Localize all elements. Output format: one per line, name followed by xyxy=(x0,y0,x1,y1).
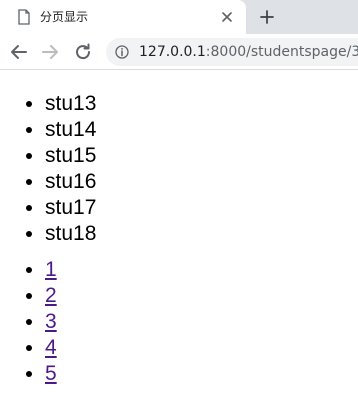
pagination-item: 2 xyxy=(45,283,358,309)
info-icon[interactable] xyxy=(115,45,129,59)
tab-strip: 分页显示 xyxy=(0,0,358,34)
back-arrow-icon[interactable] xyxy=(8,41,30,63)
page-link-5[interactable]: 5 xyxy=(45,362,57,385)
url-path: :8000/studentspage/3/ xyxy=(205,44,358,60)
list-item: stu17 xyxy=(45,195,358,221)
list-item: stu16 xyxy=(45,169,358,195)
forward-arrow-icon[interactable] xyxy=(39,41,61,63)
list-item: stu13 xyxy=(45,91,358,117)
student-list: stu13 stu14 stu15 stu16 stu17 stu18 xyxy=(0,91,358,247)
pagination-item: 4 xyxy=(45,335,358,361)
page-content: stu13 stu14 stu15 stu16 stu17 stu18 1 2 … xyxy=(0,70,358,403)
list-item: stu18 xyxy=(45,221,358,247)
page-link-4[interactable]: 4 xyxy=(45,336,57,359)
document-icon xyxy=(18,9,30,25)
url-text: 127.0.0.1:8000/studentspage/3/ xyxy=(139,38,358,66)
pagination-item: 3 xyxy=(45,309,358,335)
new-tab-icon[interactable] xyxy=(258,8,276,26)
list-item: stu14 xyxy=(45,117,358,143)
browser-window: 分页显示 127.0.0.1:8000/studentspage/3/ • st… xyxy=(0,0,358,403)
toolbar: 127.0.0.1:8000/studentspage/3/ xyxy=(0,34,358,70)
active-tab[interactable]: 分页显示 xyxy=(0,0,246,34)
page-link-3[interactable]: 3 xyxy=(45,310,57,333)
url-host: 127.0.0.1 xyxy=(139,44,206,60)
page-link-1[interactable]: 1 xyxy=(45,258,57,281)
close-icon[interactable] xyxy=(220,10,234,24)
reload-icon[interactable] xyxy=(72,41,94,63)
pagination-item: 1 xyxy=(45,257,358,283)
address-bar[interactable]: 127.0.0.1:8000/studentspage/3/ xyxy=(106,38,358,66)
tab-title: 分页显示 xyxy=(40,10,89,24)
list-item: stu15 xyxy=(45,143,358,169)
page-link-2[interactable]: 2 xyxy=(45,284,57,307)
pagination-item: 5 xyxy=(45,361,358,387)
pagination-list: 1 2 3 4 5 xyxy=(0,257,358,387)
